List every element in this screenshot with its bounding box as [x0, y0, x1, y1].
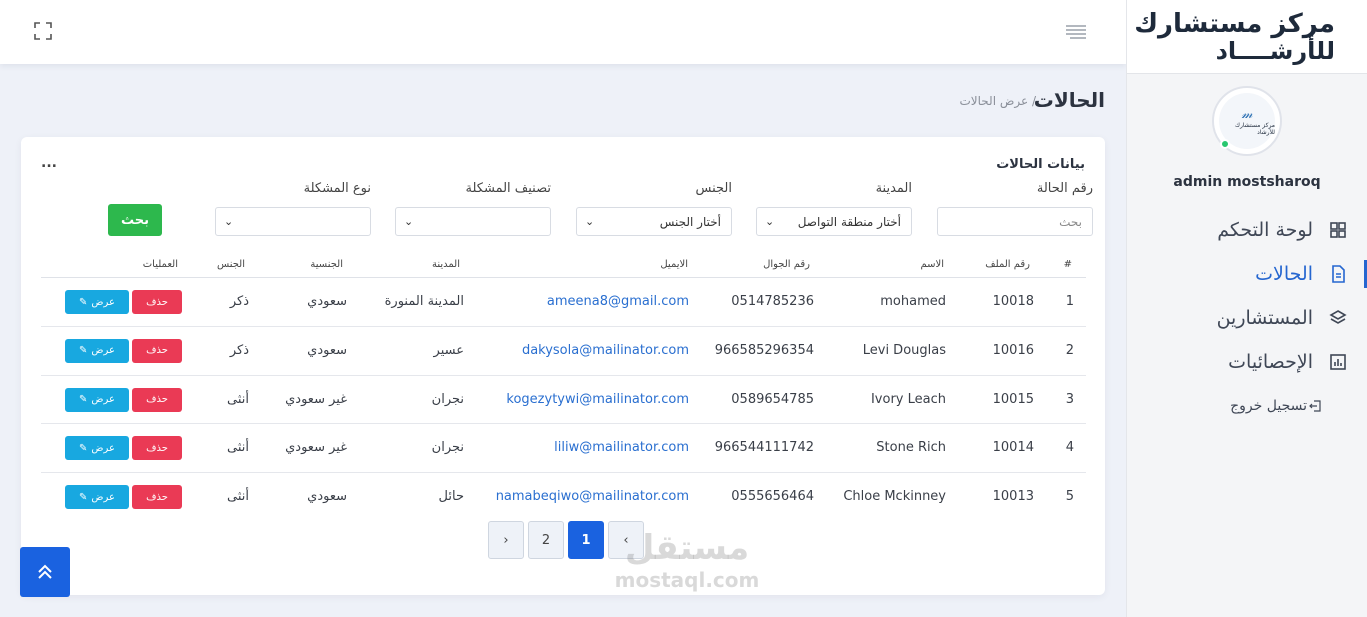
topbar	[0, 0, 1126, 64]
delete-button[interactable]: حذف	[132, 436, 182, 461]
search-button[interactable]: بحث	[108, 204, 162, 236]
delete-button[interactable]: حذف	[132, 387, 182, 412]
scroll-to-top-button[interactable]	[20, 547, 70, 597]
layers-icon	[1329, 310, 1347, 324]
username: admin mostsharoq	[1173, 174, 1321, 190]
delete-button[interactable]: حذف	[132, 290, 182, 314]
logo[interactable]: مركز مستشارك للأرشــــاد	[1127, 0, 1367, 74]
dashboard-grid-icon	[1330, 222, 1346, 238]
chevron-down-icon: ⌄	[765, 215, 775, 228]
table-row: 2 10016 Levi Douglas 966585296354 dakyso…	[41, 327, 1086, 376]
cases-card: بيانات الحالات ... رقم الحالة بحث المدين…	[21, 137, 1105, 595]
edit-icon: ✎	[79, 345, 88, 357]
bar-chart-icon	[1330, 354, 1346, 370]
chevron-down-icon: ⌄	[404, 215, 414, 228]
delete-button[interactable]: حذف	[132, 485, 182, 510]
problem-classification-select[interactable]: ⌄	[395, 207, 551, 236]
view-button[interactable]: عرض ✎	[65, 338, 129, 363]
pagination-page-1[interactable]: 1	[568, 521, 604, 559]
problem-type-select[interactable]: ⌄	[215, 207, 371, 236]
fullscreen-icon[interactable]	[34, 22, 52, 40]
view-button[interactable]: عرض ✎	[65, 485, 129, 510]
table-row: 5 10013 Chloe Mckinney 0555656464 namabe…	[41, 473, 1086, 522]
email-link[interactable]: kogezytywi@mailinator.com	[506, 392, 689, 407]
online-status-dot	[1220, 139, 1230, 149]
logout-link[interactable]: تسجيل خروج	[1230, 398, 1321, 414]
sidebar-nav: لوحة التحكم الحالات المستشارين الإحصائيا…	[1126, 208, 1367, 384]
table-row: 3 10015 Ivory Leach 0589654785 kogezytyw…	[41, 376, 1086, 425]
pagination-next-button[interactable]: ›	[488, 521, 524, 559]
gender-select[interactable]: أختار الجنس ⌄	[576, 207, 732, 236]
gender-label: الجنس	[695, 181, 732, 196]
sidebar-item-cases[interactable]: الحالات	[1126, 252, 1367, 296]
pagination: › 2 1 ‹	[488, 521, 644, 559]
email-link[interactable]: namabeqiwo@mailinator.com	[496, 489, 689, 504]
view-button[interactable]: عرض ✎	[65, 436, 129, 461]
avatar[interactable]: 𝓂 مركز مستشارك للأرشاد	[1212, 86, 1282, 156]
city-label: المدينة	[875, 181, 912, 196]
view-button[interactable]: عرض ✎	[65, 387, 129, 412]
case-number-label: رقم الحالة	[1036, 181, 1093, 196]
email-link[interactable]: dakysola@mailinator.com	[522, 343, 689, 358]
problem-classification-label: تصنيف المشكلة	[465, 181, 551, 196]
document-icon	[1332, 265, 1345, 283]
table-row: 1 10018 mohamed 0514785236 ameena8@gmail…	[41, 278, 1086, 327]
pagination-prev-button[interactable]: ‹	[608, 521, 644, 559]
edit-icon: ✎	[79, 394, 88, 406]
logo-text-line1: مركز مستشارك	[1134, 8, 1335, 39]
double-chevron-up-icon	[38, 564, 52, 579]
cases-table: # رقم الملف الاسم رقم الجوال الايميل الم…	[41, 255, 1086, 522]
breadcrumb[interactable]: / عرض الحالات	[960, 94, 1037, 108]
card-title: بيانات الحالات	[996, 157, 1085, 172]
more-options-icon[interactable]: ...	[41, 155, 57, 171]
email-link[interactable]: ameena8@gmail.com	[547, 294, 689, 309]
pagination-page-2[interactable]: 2	[528, 521, 564, 559]
sidebar-item-consultants[interactable]: المستشارين	[1126, 296, 1367, 340]
edit-icon: ✎	[79, 442, 88, 454]
logout-icon	[1309, 400, 1321, 412]
sidebar-item-statistics[interactable]: الإحصائيات	[1126, 340, 1367, 384]
delete-button[interactable]: حذف	[132, 338, 182, 363]
table-row: 4 10014 Stone Rich 966544111742 liliw@ma…	[41, 424, 1086, 474]
edit-icon: ✎	[79, 296, 88, 308]
sidebar-item-dashboard[interactable]: لوحة التحكم	[1126, 208, 1367, 252]
email-link[interactable]: liliw@mailinator.com	[554, 440, 689, 455]
page-title: الحالات	[1033, 88, 1105, 112]
table-header: # رقم الملف الاسم رقم الجوال الايميل الم…	[41, 255, 1086, 278]
chevron-down-icon: ⌄	[585, 215, 595, 228]
chevron-down-icon: ⌄	[224, 215, 234, 228]
problem-type-label: نوع المشكلة	[303, 181, 371, 196]
view-button[interactable]: عرض ✎	[65, 290, 129, 314]
city-select[interactable]: أختار منطقة التواصل ⌄	[756, 207, 912, 236]
sidebar: مركز مستشارك للأرشــــاد 𝓂 مركز مستشارك …	[1126, 0, 1367, 617]
logo-text-line2: للأرشــــاد	[1215, 36, 1335, 65]
case-number-search-input[interactable]: بحث	[937, 207, 1093, 236]
edit-icon: ✎	[79, 491, 88, 503]
menu-icon[interactable]	[1065, 24, 1087, 40]
